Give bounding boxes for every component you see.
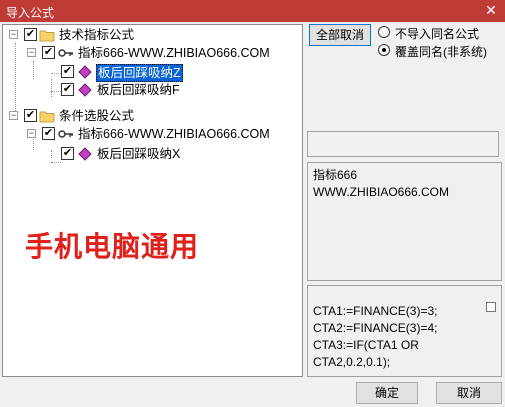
checkbox[interactable]: ✔ bbox=[24, 28, 37, 41]
key-icon bbox=[58, 130, 73, 138]
tree-item-label: 板后回踩吸纳Z bbox=[96, 64, 183, 82]
watermark-text: 手机电脑通用 bbox=[25, 230, 200, 263]
collapse-icon[interactable]: − bbox=[9, 30, 18, 39]
title-bar: 导入公式 ✕ bbox=[0, 0, 505, 22]
collapse-icon[interactable]: − bbox=[27, 48, 36, 57]
folder-icon bbox=[39, 111, 55, 123]
ok-button[interactable]: 确定 bbox=[356, 382, 418, 404]
collapse-icon[interactable]: − bbox=[27, 129, 36, 138]
formula-diamond-icon bbox=[78, 147, 92, 161]
description-line: 指标666 bbox=[313, 168, 358, 182]
checkbox[interactable]: ✔ bbox=[42, 127, 55, 140]
radio-label: 不导入同名公式 bbox=[395, 27, 480, 41]
tree-connector bbox=[51, 91, 61, 92]
description-panel: 指标666 WWW.ZHIBIAO666.COM bbox=[307, 162, 502, 281]
checkbox[interactable]: ✔ bbox=[61, 83, 74, 96]
cancel-all-button[interactable]: 全部取消 bbox=[309, 24, 371, 46]
checkbox[interactable]: ✔ bbox=[61, 147, 74, 160]
radio-button-selected[interactable] bbox=[378, 44, 390, 56]
checkbox[interactable]: ✔ bbox=[42, 46, 55, 59]
formula-diamond-icon bbox=[78, 65, 92, 79]
tree-connector bbox=[51, 73, 61, 74]
code-panel-box bbox=[486, 302, 496, 312]
tree-group-label: 条件选股公式 bbox=[59, 109, 135, 123]
folder-icon bbox=[39, 30, 55, 42]
checkbox[interactable]: ✔ bbox=[24, 109, 37, 122]
code-line: CTA2,0.2,0.1); bbox=[313, 355, 391, 369]
key-icon bbox=[58, 49, 73, 57]
tree-group-label: 技术指标公式 bbox=[59, 28, 135, 42]
tree-connector bbox=[33, 61, 34, 79]
radio-button[interactable] bbox=[378, 26, 390, 38]
radio-label: 覆盖同名(非系统) bbox=[395, 45, 487, 59]
radio-no-import[interactable]: 不导入同名公式 bbox=[378, 24, 498, 41]
code-line: CTA2:=FINANCE(3)=4; bbox=[313, 321, 438, 335]
collapse-icon[interactable]: − bbox=[9, 111, 18, 120]
window-title: 导入公式 bbox=[6, 6, 55, 20]
formula-tree[interactable]: − ✔ 技术指标公式 − ✔ 指标666-WWW.ZHIBIAO666.COM … bbox=[2, 24, 303, 377]
cancel-button[interactable]: 取消 bbox=[436, 382, 502, 404]
formula-code-panel[interactable]: CTA1:=FINANCE(3)=3; CTA2:=FINANCE(3)=4; … bbox=[307, 285, 502, 377]
code-line: CTA3:=IF(CTA1 OR bbox=[313, 338, 419, 352]
name-field bbox=[307, 131, 499, 157]
tree-item-label: 板后回踩吸纳X bbox=[97, 147, 181, 161]
checkbox[interactable]: ✔ bbox=[61, 65, 74, 78]
tree-connector bbox=[51, 79, 52, 97]
description-line: WWW.ZHIBIAO666.COM bbox=[313, 185, 450, 199]
tree-connector bbox=[51, 162, 61, 163]
tree-connector bbox=[15, 43, 16, 115]
code-line: CTA1:=FINANCE(3)=3; bbox=[313, 304, 438, 318]
formula-diamond-icon bbox=[78, 83, 92, 97]
tree-formula-set-label: 指标666-WWW.ZHIBIAO666.COM bbox=[78, 127, 270, 141]
radio-overwrite[interactable]: 覆盖同名(非系统) bbox=[378, 42, 498, 59]
tree-connector bbox=[51, 150, 52, 158]
tree-item-label: 板后回踩吸纳F bbox=[97, 83, 180, 97]
close-icon[interactable]: ✕ bbox=[483, 2, 499, 18]
tree-formula-set-label: 指标666-WWW.ZHIBIAO666.COM bbox=[78, 46, 270, 60]
